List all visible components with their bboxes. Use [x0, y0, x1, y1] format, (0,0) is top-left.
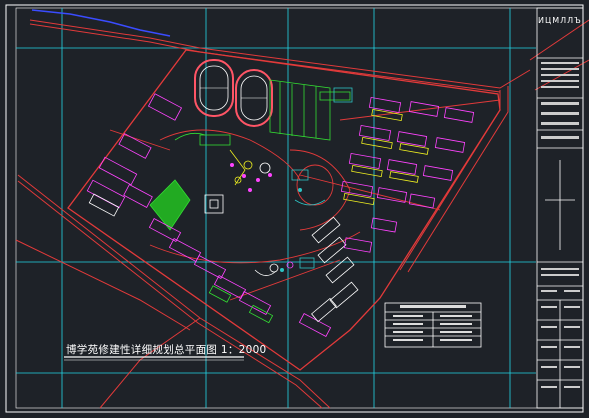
drawing-title: 博学苑修建性详细规划总平面图 1：2000	[66, 344, 267, 356]
title-block-logo: ИЦМЛЛЪ	[538, 16, 582, 25]
